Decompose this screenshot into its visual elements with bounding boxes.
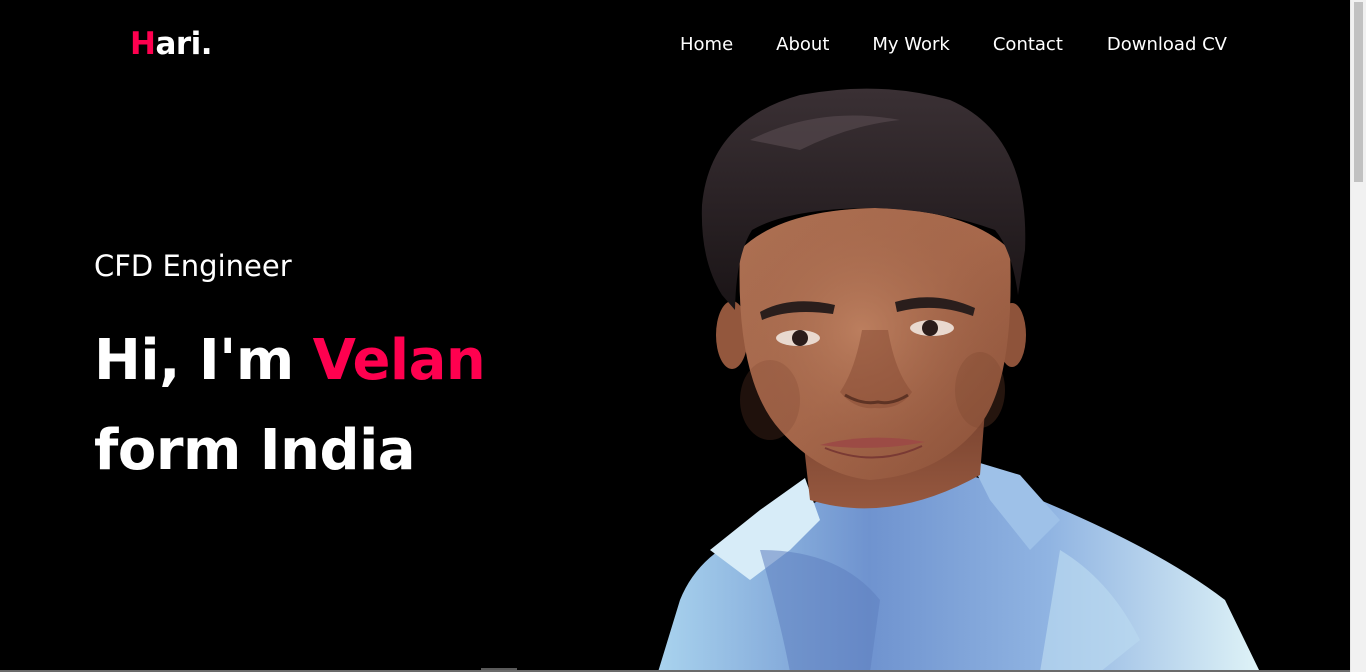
logo-text: ari. (155, 26, 213, 62)
hero-subtitle: CFD Engineer (94, 249, 292, 283)
hero-headline: Hi, I'm Velan form India (94, 316, 486, 496)
hero-greeting: Hi, I'm (94, 328, 313, 393)
vertical-scrollbar[interactable] (1350, 0, 1366, 672)
nav-contact-link[interactable]: Contact (993, 32, 1063, 58)
bottom-indicator (481, 668, 517, 670)
profile-photo (640, 80, 1280, 672)
nav-home-link[interactable]: Home (680, 32, 733, 58)
site-logo[interactable]: Hari. (130, 24, 213, 64)
main-nav: Home About My Work Contact Download CV (680, 32, 1227, 58)
hero-headline-line2: form India (94, 418, 416, 483)
nav-about-link[interactable]: About (776, 32, 829, 58)
nav-my-work-link[interactable]: My Work (872, 32, 949, 58)
nav-download-cv-link[interactable]: Download CV (1107, 32, 1227, 58)
page: Hari. Home About My Work Contact Downloa… (0, 0, 1350, 672)
hero-name: Velan (312, 328, 486, 393)
scrollbar-thumb[interactable] (1354, 2, 1363, 182)
logo-initial: H (130, 26, 156, 62)
